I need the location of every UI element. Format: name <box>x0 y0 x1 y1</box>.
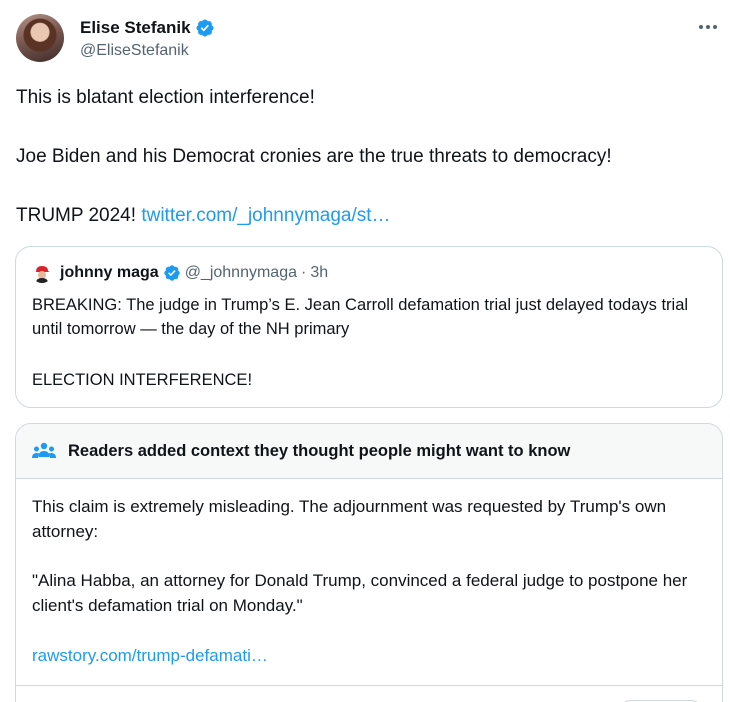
community-note-source-link[interactable]: rawstory.com/trump-defamati… <box>32 646 268 666</box>
verified-badge-icon <box>196 19 214 37</box>
author-handle[interactable]: @EliseStefanik <box>80 42 189 60</box>
quoted-tweet-header: johnny maga @_johnnymaga · 3h <box>32 263 328 283</box>
quoted-author-name[interactable]: johnny maga <box>60 264 159 282</box>
verified-badge-icon <box>163 265 180 281</box>
quoted-timestamp[interactable]: 3h <box>310 264 328 282</box>
quoted-author-handle: @_johnnymaga <box>184 264 297 281</box>
tweet-line-3-text: TRUMP 2024! <box>16 205 142 226</box>
community-note: Readers added context they thought peopl… <box>15 423 723 702</box>
author-name[interactable]: Elise Stefanik <box>80 18 191 38</box>
community-note-title: Readers added context they thought peopl… <box>68 441 571 460</box>
divider <box>16 685 722 686</box>
author-name-row: Elise Stefanik <box>80 18 215 38</box>
author-avatar[interactable] <box>16 14 64 62</box>
quoted-author-avatar[interactable] <box>32 263 52 283</box>
tweet-header: Elise Stefanik @EliseStefanik <box>16 14 722 66</box>
note-text-1: This claim is extremely misleading. The … <box>32 497 667 541</box>
community-note-body: This claim is extremely misleading. The … <box>32 494 712 618</box>
note-text-2: "Alina Habba, an attorney for Donald Tru… <box>32 571 688 615</box>
tweet-line-2: Joe Biden and his Democrat cronies are t… <box>16 146 612 167</box>
community-note-header: Readers added context they thought peopl… <box>16 424 722 479</box>
tweet-line-1: This is blatant election interference! <box>16 87 315 108</box>
tweet-line-3: TRUMP 2024! twitter.com/_johnnymaga/st… <box>16 202 716 230</box>
quoted-text-2: ELECTION INTERFERENCE! <box>32 371 253 389</box>
quoted-tweet-text: BREAKING: The judge in Trump’s E. Jean C… <box>32 293 712 392</box>
quoted-text-1: BREAKING: The judge in Trump’s E. Jean C… <box>32 296 689 338</box>
people-icon <box>32 442 56 458</box>
quoted-tweet-link[interactable]: twitter.com/_johnnymaga/st… <box>141 205 390 226</box>
separator-dot: · <box>301 264 307 281</box>
more-options-icon[interactable] <box>694 16 722 38</box>
quoted-tweet-card[interactable]: johnny maga @_johnnymaga · 3h BREAKING: … <box>15 246 723 408</box>
tweet-text: This is blatant election interference! J… <box>16 84 716 230</box>
